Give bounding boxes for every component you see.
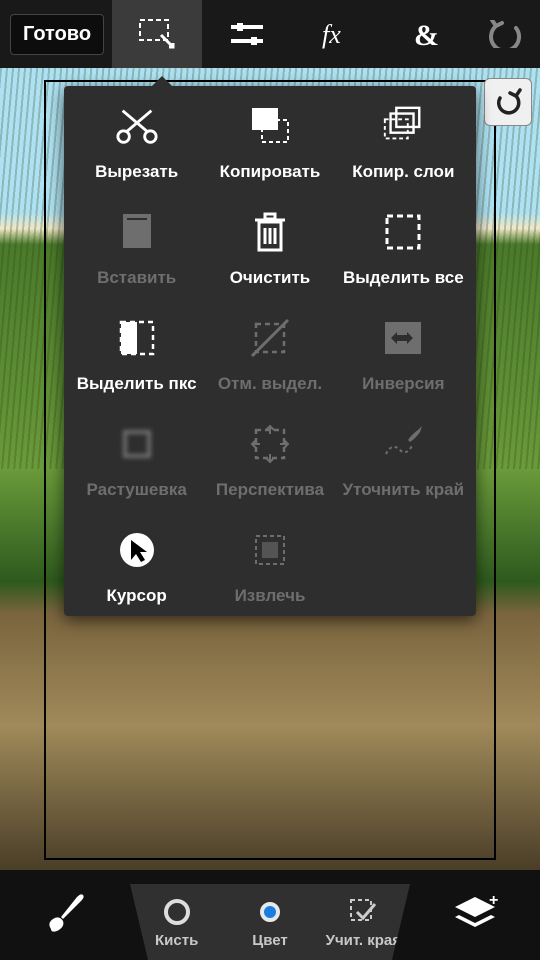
menu-item-clear[interactable]: Очистить <box>203 210 336 288</box>
menu-label: Вырезать <box>95 162 178 182</box>
menu-item-cursor[interactable]: Курсор <box>70 528 203 606</box>
extract-icon <box>248 528 292 572</box>
layers-button[interactable]: + <box>410 870 540 960</box>
menu-label: Растушевка <box>87 480 187 500</box>
menu-item-perspective: Перспектива <box>203 422 336 500</box>
menu-label: Курсор <box>107 586 167 606</box>
menu-label: Уточнить край <box>343 480 465 500</box>
ampersand-icon: & <box>412 19 442 49</box>
menu-label: Выделить все <box>343 268 464 288</box>
redo-button[interactable] <box>484 78 532 126</box>
menu-item-extract: Извлечь <box>203 528 336 606</box>
menu-item-cut[interactable]: Вырезать <box>70 104 203 182</box>
top-toolbar: fx & <box>112 0 472 68</box>
cursor-icon <box>115 528 159 572</box>
feather-icon <box>115 422 159 466</box>
copy-icon <box>248 104 292 148</box>
done-button[interactable]: Готово <box>10 14 104 55</box>
cut-icon <box>115 104 159 148</box>
menu-item-refine-edge: Уточнить край <box>337 422 470 500</box>
brush-settings-button[interactable]: Кисть <box>130 884 223 960</box>
perspective-icon <box>248 422 292 466</box>
menu-item-copy[interactable]: Копировать <box>203 104 336 182</box>
menu-label: Копир. слои <box>352 162 454 182</box>
effects-button[interactable]: fx <box>292 0 382 68</box>
select-all-icon <box>381 210 425 254</box>
sliders-icon <box>231 20 263 48</box>
menu-label: Отм. выдел. <box>218 374 322 394</box>
menu-item-select-all[interactable]: Выделить все <box>337 210 470 288</box>
menu-item-inverse: Инверсия <box>337 316 470 394</box>
menu-item-deselect: Отм. выдел. <box>203 316 336 394</box>
brush-icon <box>41 891 89 939</box>
fx-icon: fx <box>322 19 352 49</box>
trash-icon <box>248 210 292 254</box>
ring-icon <box>161 896 193 928</box>
color-label: Цвет <box>252 932 287 949</box>
bottom-bar: Кисть Цвет Учит. края + <box>0 870 540 960</box>
bottom-center-group: Кисть Цвет Учит. края <box>130 870 410 960</box>
svg-text:+: + <box>489 893 498 909</box>
selection-tool-button[interactable] <box>112 0 202 68</box>
menu-label: Очистить <box>230 268 311 288</box>
svg-text:&: & <box>414 19 439 49</box>
menu-item-feather: Растушевка <box>70 422 203 500</box>
menu-item-copy-layers[interactable]: Копир. слои <box>337 104 470 182</box>
inverse-icon <box>381 316 425 360</box>
selection-menu-grid: Вырезать Копировать Копир. слои Вставить <box>70 104 470 606</box>
menu-label: Перспектива <box>216 480 324 500</box>
top-bar: Готово fx <box>0 0 540 68</box>
text-tool-button[interactable]: & <box>382 0 472 68</box>
menu-item-paste: Вставить <box>70 210 203 288</box>
menu-label: Выделить пкс <box>77 374 197 394</box>
color-settings-button[interactable]: Цвет <box>223 884 316 960</box>
app-root: Готово fx <box>0 0 540 960</box>
checkbox-icon <box>347 896 379 928</box>
menu-label: Копировать <box>220 162 321 182</box>
menu-label: Вставить <box>97 268 176 288</box>
marquee-edit-icon <box>139 19 175 49</box>
paste-icon <box>115 210 159 254</box>
svg-text:fx: fx <box>322 20 341 49</box>
brush-label: Кисть <box>155 932 198 949</box>
edges-label: Учит. края <box>326 932 401 949</box>
edge-aware-button[interactable]: Учит. края <box>317 884 410 960</box>
select-pixels-icon <box>115 316 159 360</box>
brush-tool-button[interactable] <box>0 870 130 960</box>
color-dot-icon <box>254 896 286 928</box>
redo-icon <box>494 88 522 116</box>
menu-item-select-pixels[interactable]: Выделить пкс <box>70 316 203 394</box>
copy-layers-icon <box>381 104 425 148</box>
menu-label: Инверсия <box>362 374 444 394</box>
refine-edge-icon <box>381 422 425 466</box>
deselect-icon <box>248 316 292 360</box>
selection-menu-panel: Вырезать Копировать Копир. слои Вставить <box>64 86 476 616</box>
undo-icon <box>488 20 522 48</box>
adjustments-button[interactable] <box>202 0 292 68</box>
undo-button[interactable] <box>480 0 530 68</box>
menu-label: Извлечь <box>235 586 306 606</box>
layers-icon: + <box>451 893 499 937</box>
